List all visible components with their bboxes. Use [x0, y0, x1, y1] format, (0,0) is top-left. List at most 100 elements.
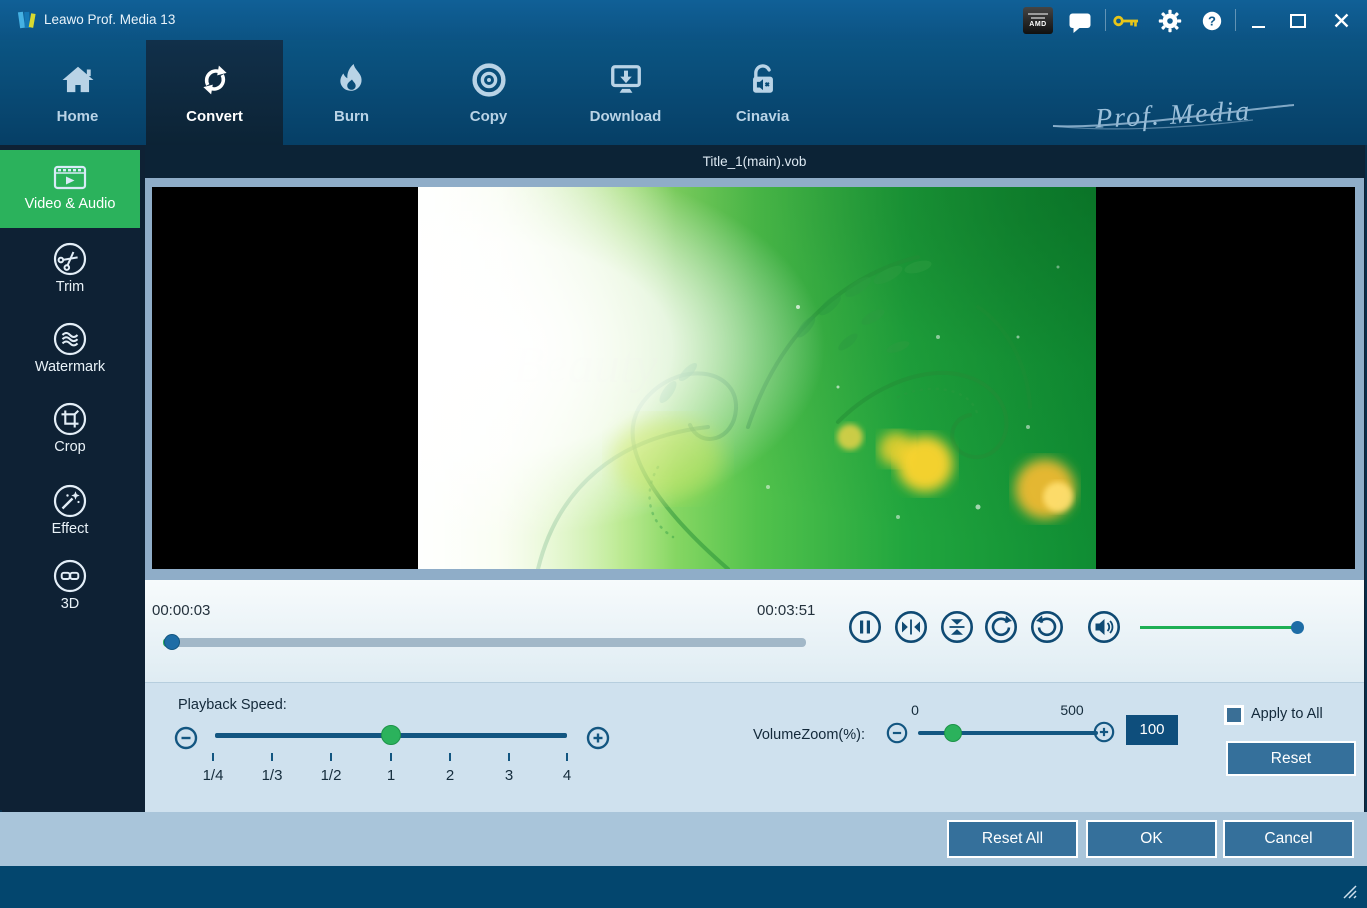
speed-tick-label: 1/3 — [250, 767, 294, 784]
maximize-button[interactable] — [1290, 14, 1306, 28]
titlebar: Leawo Prof. Media 13 AMD — [0, 0, 1367, 40]
register-key-icon[interactable] — [1113, 12, 1140, 30]
titlebar-separator — [1105, 9, 1106, 31]
crop-icon — [53, 402, 87, 436]
tab-burn-label: Burn — [334, 108, 369, 125]
volume-zoom-thumb[interactable] — [944, 724, 962, 742]
volume-zoom-max: 500 — [1052, 702, 1092, 718]
leawo-logo-icon — [16, 9, 38, 31]
sidebar-item-3d[interactable]: 3D — [0, 559, 140, 612]
speed-tick — [212, 753, 214, 761]
tab-home[interactable]: Home — [9, 40, 146, 145]
player-bar: 00:00:03 00:03:51 — [145, 580, 1364, 682]
speed-tick — [449, 753, 451, 761]
main-nav: Home Convert — [0, 40, 1367, 145]
trim-scissors-icon — [53, 242, 87, 276]
volume-zoom-label: VolumeZoom(%): — [753, 727, 865, 743]
apply-to-all-checkbox[interactable] — [1224, 705, 1244, 725]
titlebar-separator — [1235, 9, 1236, 31]
sidebar-item-label: Watermark — [35, 359, 105, 375]
cancel-button[interactable]: Cancel — [1223, 820, 1354, 858]
burn-flame-icon — [331, 56, 373, 104]
footer — [0, 866, 1367, 908]
settings-gear-icon[interactable] — [1158, 9, 1182, 33]
sidebar: Video & Audio Trim — [0, 145, 140, 810]
pause-button[interactable] — [848, 610, 882, 644]
window-title: Leawo Prof. Media 13 — [44, 0, 175, 40]
amd-badge-line — [1031, 17, 1045, 19]
effect-wand-icon — [53, 484, 87, 518]
sidebar-item-watermark[interactable]: Watermark — [0, 322, 140, 375]
tab-cinavia[interactable]: Cinavia — [694, 40, 831, 145]
watermark-waves-icon — [53, 322, 87, 356]
minimize-button[interactable] — [1252, 26, 1265, 28]
volume-zoom-value[interactable]: 100 — [1126, 715, 1178, 745]
speed-decrease-button[interactable] — [174, 726, 198, 750]
close-button[interactable] — [1334, 13, 1349, 28]
speed-increase-button[interactable] — [586, 726, 610, 750]
current-time: 00:00:03 — [152, 602, 210, 619]
seek-thumb[interactable] — [164, 634, 180, 650]
volume-slider-thumb[interactable] — [1291, 621, 1304, 634]
speed-tick — [330, 753, 332, 761]
convert-icon — [194, 56, 236, 104]
reset-all-button[interactable]: Reset All — [947, 820, 1078, 858]
video-still: Beauty — [418, 187, 1096, 569]
flip-horizontal-button[interactable] — [894, 610, 928, 644]
total-duration: 00:03:51 — [757, 602, 807, 619]
tab-home-label: Home — [57, 108, 99, 125]
tab-convert[interactable]: Convert — [146, 40, 283, 145]
volume-slider[interactable] — [1140, 626, 1292, 629]
speed-tick-label: 2 — [428, 767, 472, 784]
sidebar-item-trim[interactable]: Trim — [0, 242, 140, 295]
speed-tick-label: 1/2 — [309, 767, 353, 784]
copy-disc-icon — [468, 56, 510, 104]
rotate-counterclockwise-button[interactable] — [1030, 610, 1064, 644]
speed-tick-label: 4 — [545, 767, 589, 784]
sidebar-item-label: 3D — [61, 596, 80, 612]
amd-badge: AMD — [1023, 7, 1053, 34]
amd-badge-label: AMD — [1029, 21, 1046, 28]
speed-slider-thumb[interactable] — [381, 725, 401, 745]
sidebar-item-label: Video & Audio — [25, 196, 116, 212]
speed-tick-label: 1/4 — [191, 767, 235, 784]
video-frame: Beauty — [145, 178, 1364, 580]
video-filename: Title_1(main).vob — [145, 145, 1364, 178]
reset-button[interactable]: Reset — [1226, 741, 1356, 776]
rotate-clockwise-button[interactable] — [984, 610, 1018, 644]
video-audio-icon — [52, 163, 88, 193]
sidebar-item-label: Crop — [54, 439, 85, 455]
tab-download-label: Download — [590, 108, 662, 125]
sidebar-item-effect[interactable]: Effect — [0, 484, 140, 537]
tab-convert-label: Convert — [186, 108, 243, 125]
action-bar: Reset All OK Cancel — [0, 812, 1367, 866]
apply-to-all-checkbox-fill — [1227, 708, 1241, 722]
tab-download[interactable]: Download — [557, 40, 694, 145]
volume-button[interactable] — [1087, 610, 1121, 644]
tab-copy-label: Copy — [470, 108, 508, 125]
speed-tick-label: 1 — [369, 767, 413, 784]
tab-cinavia-label: Cinavia — [736, 108, 789, 125]
help-icon[interactable]: ? — [1201, 10, 1223, 32]
ok-button[interactable]: OK — [1086, 820, 1217, 858]
download-icon — [605, 56, 647, 104]
volume-zoom-decrease-button[interactable] — [886, 722, 908, 744]
sidebar-item-video-audio[interactable]: Video & Audio — [0, 150, 140, 228]
nav-tabs: Home Convert — [9, 40, 831, 145]
amd-badge-line — [1028, 13, 1048, 15]
3d-glasses-icon — [53, 559, 87, 593]
settings-bar: Playback Speed: 1/4 1/3 1/2 1 2 3 4 Volu… — [145, 682, 1364, 812]
flip-vertical-button[interactable] — [940, 610, 974, 644]
speed-tick-label: 3 — [487, 767, 531, 784]
tab-burn[interactable]: Burn — [283, 40, 420, 145]
sidebar-item-crop[interactable]: Crop — [0, 402, 140, 455]
svg-text:?: ? — [1208, 14, 1216, 29]
volume-zoom-increase-button[interactable] — [1093, 721, 1115, 743]
seek-bar[interactable] — [163, 638, 806, 647]
feedback-chat-icon[interactable] — [1068, 11, 1092, 34]
cinavia-unlock-mute-icon — [742, 56, 784, 104]
speed-tick — [390, 753, 392, 761]
tab-copy[interactable]: Copy — [420, 40, 557, 145]
resize-grip[interactable] — [1340, 882, 1358, 900]
video-screen: Beauty — [152, 187, 1355, 569]
